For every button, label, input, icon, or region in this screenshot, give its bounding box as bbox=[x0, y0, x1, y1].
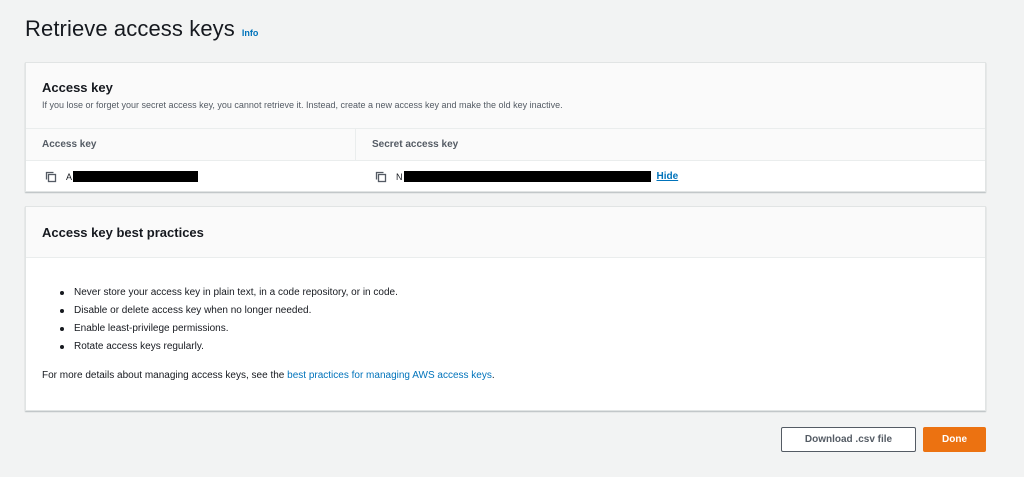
secret-key-redaction bbox=[403, 171, 651, 182]
best-practices-footer: For more details about managing access k… bbox=[42, 370, 969, 381]
key-table-header: Access key Secret access key bbox=[26, 129, 985, 161]
list-item: Enable least-privilege permissions. bbox=[60, 320, 969, 338]
best-practices-card: Access key best practices Never store yo… bbox=[25, 206, 986, 411]
secret-key-cell: N Hide bbox=[356, 170, 678, 184]
list-item: Rotate access keys regularly. bbox=[60, 338, 969, 356]
access-key-card-header: Access key If you lose or forget your se… bbox=[26, 63, 985, 129]
secret-key-value: N bbox=[396, 171, 403, 182]
list-item: Never store your access key in plain tex… bbox=[60, 284, 969, 302]
best-practices-card-header: Access key best practices bbox=[26, 207, 985, 258]
done-button[interactable]: Done bbox=[923, 427, 986, 452]
access-key-cell: A bbox=[26, 170, 356, 184]
page-header: Retrieve access keys Info bbox=[25, 16, 258, 42]
footer-prefix: For more details about managing access k… bbox=[42, 370, 288, 381]
page-title: Retrieve access keys bbox=[25, 16, 235, 41]
access-key-card-title: Access key bbox=[42, 80, 113, 95]
best-practices-title: Access key best practices bbox=[42, 224, 204, 240]
hide-secret-link[interactable]: Hide bbox=[657, 171, 679, 182]
key-table-row: A N Hide bbox=[26, 161, 985, 192]
download-csv-button[interactable]: Download .csv file bbox=[781, 427, 916, 452]
copy-icon[interactable] bbox=[374, 170, 388, 184]
access-key-card: Access key If you lose or forget your se… bbox=[25, 62, 986, 192]
access-key-redaction bbox=[73, 171, 199, 182]
list-item: Disable or delete access key when no lon… bbox=[60, 302, 969, 320]
access-key-value: A bbox=[66, 171, 73, 182]
footer-suffix: . bbox=[491, 370, 495, 381]
secret-key-column-header: Secret access key bbox=[372, 139, 459, 150]
best-practices-list: Never store your access key in plain tex… bbox=[60, 284, 969, 356]
info-link[interactable]: Info bbox=[242, 28, 259, 38]
best-practices-link[interactable]: best practices for managing AWS access k… bbox=[287, 370, 492, 381]
access-key-column-header: Access key bbox=[26, 129, 356, 160]
access-key-card-description: If you lose or forget your secret access… bbox=[42, 100, 563, 110]
copy-icon[interactable] bbox=[44, 170, 58, 184]
best-practices-body: Never store your access key in plain tex… bbox=[26, 258, 985, 381]
